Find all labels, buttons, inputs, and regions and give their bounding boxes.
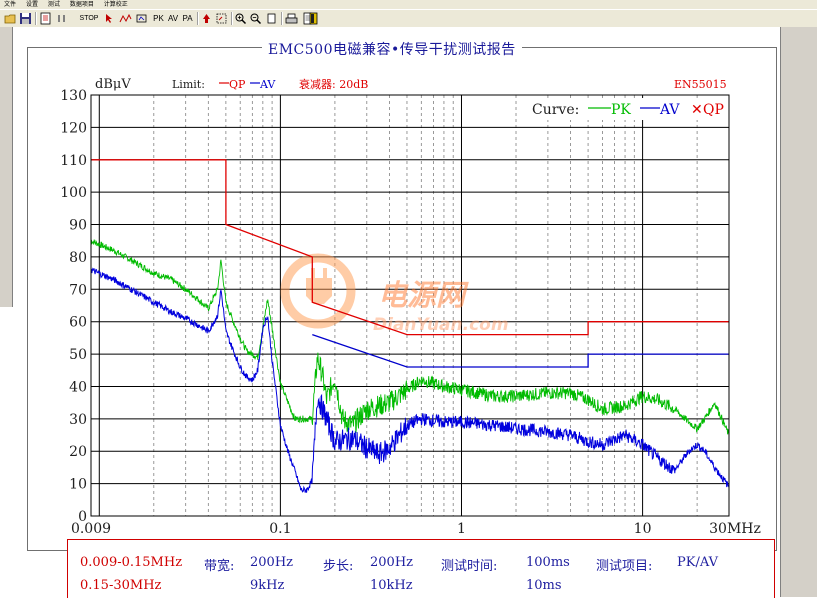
legend-qp-marker-icon: ✕ [691,102,703,118]
range-2: 0.15-30MHz [80,578,162,593]
y-tick-label: 130 [60,88,87,104]
pk-trace [90,239,730,436]
test-time-2: 10ms [526,578,562,593]
y-tick-label: 50 [69,347,87,363]
test-item: PK/AV [677,555,718,570]
watermark-plug-pin-right [323,268,327,278]
watermark-en: DianYuan.com [373,315,509,335]
curve-legend: Curve: PK AV ✕ QP [527,98,727,120]
test-time-1: 100ms [526,555,570,570]
legend-qp-label: QP [703,102,724,118]
watermark: 电源网 DianYuan.com [280,253,509,335]
limit-label: Limit: [172,78,205,91]
x-tick-labels: 0.009 0.1 1 10 30MHz [71,521,761,537]
av-limit-line [312,333,729,368]
step-1: 200Hz [370,555,413,570]
legend-pk-label: PK [611,102,631,118]
watermark-plug-pin-left [311,268,315,278]
y-tick-labels: 0102030405060708090100110120130 [60,88,87,525]
watermark-plug-icon [306,278,332,304]
step-label: 步长: [323,559,354,574]
y-tick-label: 100 [60,185,87,201]
y-tick-label: 60 [69,315,87,331]
emission-chart: 电源网 DianYuan.com 01020304050607080901001… [60,77,761,537]
attenuator-label: 衰减器: 20dB [299,77,368,91]
y-tick-label: 110 [60,153,87,169]
x-tick-label: 10 [634,521,652,537]
y-tick-label: 20 [69,444,87,460]
y-tick-label: 40 [69,379,87,395]
x-tick-label: 0.009 [71,521,111,537]
bandwidth-1: 200Hz [250,555,293,570]
y-tick-label: 10 [69,477,87,493]
watermark-cn: 电源网 [378,278,469,312]
y-tick-label: 90 [69,218,87,234]
legend-title: Curve: [532,102,579,118]
test-item-label: 测试项目: [596,559,653,574]
x-tick-label: 1 [457,521,466,537]
y-tick-label: 30 [69,412,87,428]
x-tick-label: 30MHz [709,521,761,537]
y-tick-label: 80 [69,250,87,266]
y-unit-label: dBμV [95,77,131,92]
bandwidth-2: 9kHz [250,578,285,593]
limit-qp-label: QP [229,78,246,91]
bandwidth-label: 带宽: [204,559,235,574]
y-tick-label: 70 [69,282,87,298]
range-1: 0.009-0.15MHz [80,555,183,570]
y-tick-label: 120 [60,120,87,136]
standard-label: EN55015 [674,78,727,91]
x-tick-label: 0.1 [269,521,291,537]
test-time-label: 测试时间: [441,559,498,574]
limit-av-label: AV [259,78,276,91]
step-2: 10kHz [370,578,413,593]
legend-av-label: AV [659,102,680,118]
